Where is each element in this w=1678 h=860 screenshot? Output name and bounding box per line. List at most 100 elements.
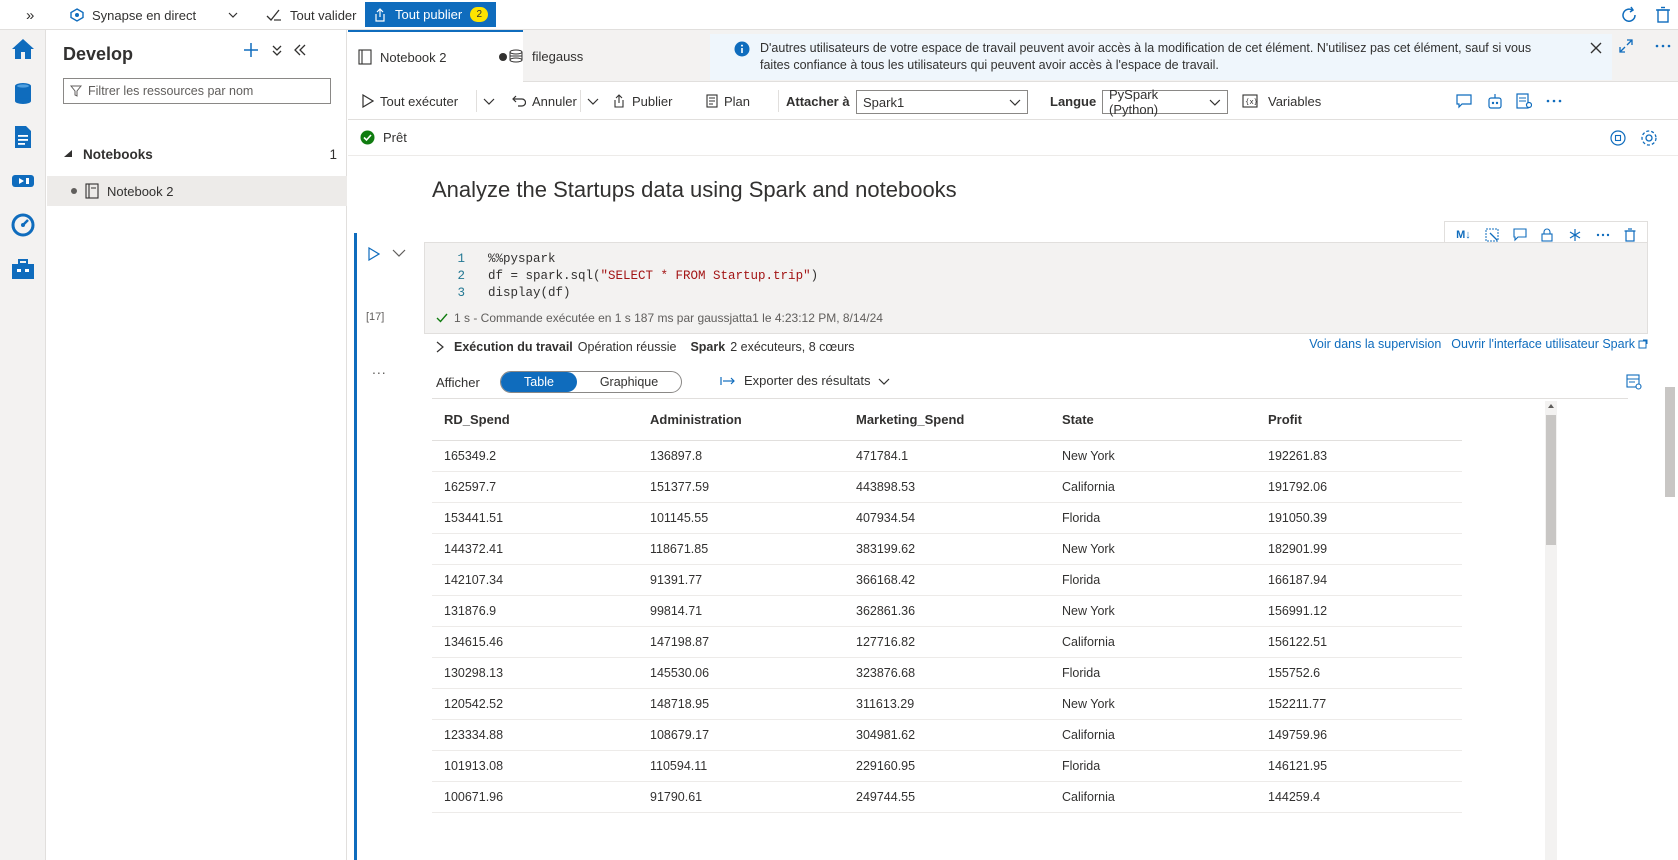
- export-results-button[interactable]: Exporter des résultats: [720, 373, 890, 388]
- publish-button[interactable]: Publier: [612, 82, 672, 120]
- notebooks-group-label: Notebooks: [83, 146, 153, 162]
- attach-value: Spark1: [863, 94, 905, 110]
- table-row: 134615.46 147198.87 127716.82 California 156…: [432, 626, 1462, 658]
- chevron-down-icon: [1209, 99, 1221, 106]
- select-cell-button[interactable]: [1485, 228, 1499, 242]
- stop-session-button[interactable]: [1610, 130, 1626, 146]
- info-banner: D'autres utilisateurs de votre espace de…: [710, 34, 1612, 80]
- chevron-down-icon: [392, 249, 406, 257]
- run-cell-button[interactable]: [368, 247, 380, 261]
- collapse-all-button[interactable]: [271, 44, 283, 58]
- refresh-button[interactable]: [1620, 0, 1638, 30]
- check-circle-icon: [360, 130, 375, 145]
- spark-ui-link[interactable]: Ouvrir l'interface utilisateur Spark: [1451, 337, 1648, 351]
- rail-develop[interactable]: [10, 124, 36, 150]
- unsaved-dot-icon: [71, 188, 77, 194]
- rail-integrate[interactable]: [10, 168, 36, 194]
- rail-data[interactable]: [10, 80, 36, 106]
- cancel-button[interactable]: Annuler: [510, 82, 577, 120]
- rail-manage[interactable]: [10, 256, 36, 282]
- monitor-link[interactable]: Voir dans la supervision: [1309, 337, 1441, 351]
- table-cell: 156122.51: [1256, 626, 1462, 658]
- page-scrollbar-thumb[interactable]: [1665, 387, 1675, 497]
- table-cell: 311613.29: [844, 688, 1050, 720]
- stop-circle-icon: [1610, 130, 1626, 146]
- table-cell: 101145.55: [638, 502, 844, 534]
- discard-button[interactable]: [1655, 0, 1671, 30]
- table-cell: 192261.83: [1256, 440, 1462, 472]
- toolbar-more-button[interactable]: [1546, 82, 1562, 120]
- comment-icon: [1456, 94, 1472, 109]
- tab-filegauss[interactable]: filegauss: [498, 30, 658, 82]
- session-settings-button[interactable]: [1640, 129, 1658, 147]
- page-scrollbar[interactable]: [1662, 157, 1678, 860]
- document-icon: [15, 126, 31, 148]
- delete-icon[interactable]: [1624, 228, 1636, 242]
- add-resource-button[interactable]: [243, 42, 259, 58]
- gauge-icon: [11, 213, 35, 237]
- notebook-list-item[interactable]: Notebook 2: [47, 176, 347, 206]
- notebooks-group[interactable]: Notebooks 1: [63, 142, 347, 166]
- expand-job-button[interactable]: [436, 341, 444, 353]
- cancel-label: Annuler: [532, 93, 577, 109]
- left-rail: [0, 30, 46, 860]
- column-header[interactable]: State: [1050, 399, 1256, 441]
- table-cell: 304981.62: [844, 719, 1050, 751]
- publish-all-button[interactable]: Tout publier 2: [365, 2, 497, 27]
- table-scrollbar-thumb[interactable]: [1546, 415, 1556, 545]
- run-all-dropdown[interactable]: [476, 90, 495, 112]
- column-header[interactable]: Profit: [1256, 399, 1462, 441]
- rail-home[interactable]: [10, 36, 36, 62]
- filter-icon: [70, 85, 82, 97]
- undo-icon: [512, 95, 526, 107]
- variables-button[interactable]: {x} Variables: [1242, 82, 1321, 120]
- column-header[interactable]: Marketing_Spend: [844, 399, 1050, 441]
- lock-icon[interactable]: [1541, 228, 1553, 242]
- table-settings-button[interactable]: [1626, 374, 1642, 390]
- column-header[interactable]: RD_Spend: [432, 399, 638, 441]
- view-table-option[interactable]: Table: [501, 372, 577, 392]
- table-scrollbar[interactable]: [1545, 401, 1557, 860]
- table-cell: 156991.12: [1256, 595, 1462, 627]
- validate-all-button[interactable]: Tout valider: [266, 0, 356, 30]
- rail-monitor[interactable]: [10, 212, 36, 238]
- attach-select[interactable]: Spark1: [856, 90, 1028, 114]
- properties-button[interactable]: [1516, 82, 1532, 120]
- expand-rail-button[interactable]: »: [26, 0, 34, 30]
- mode-dropdown[interactable]: Synapse en direct: [70, 0, 238, 30]
- run-all-button[interactable]: Tout exécuter: [362, 82, 458, 120]
- comment-icon[interactable]: [1513, 228, 1527, 242]
- gear-icon: [1641, 130, 1657, 146]
- mode-label: Synapse en direct: [92, 7, 197, 23]
- table-row: 165349.2 136897.8 471784.1 New York 192261.8…: [432, 440, 1462, 472]
- tabs-more-button[interactable]: [1655, 38, 1671, 54]
- collapse-cell-button[interactable]: [392, 247, 406, 259]
- view-chart-option[interactable]: Graphique: [577, 372, 681, 392]
- table-cell: 148718.95: [638, 688, 844, 720]
- variables-icon: {x}: [1242, 94, 1258, 108]
- export-results-label: Exporter des résultats: [744, 373, 871, 388]
- close-banner-button[interactable]: [1590, 42, 1602, 54]
- expand-editor-button[interactable]: [1619, 39, 1633, 53]
- more-icon[interactable]: [1596, 228, 1610, 242]
- plan-button[interactable]: Plan: [706, 82, 750, 120]
- column-header[interactable]: Administration: [638, 399, 844, 441]
- copilot-button[interactable]: [1486, 82, 1504, 120]
- language-select[interactable]: PySpark (Python): [1102, 87, 1228, 117]
- filter-input[interactable]: [88, 84, 318, 98]
- table-cell: 229160.95: [844, 750, 1050, 782]
- notebook-icon: [358, 49, 372, 65]
- caret-down-icon: [64, 150, 72, 157]
- cancel-dropdown[interactable]: [580, 90, 599, 112]
- comments-button[interactable]: [1456, 82, 1472, 120]
- table-cell: California: [1050, 719, 1256, 751]
- freeze-icon[interactable]: [1568, 228, 1582, 242]
- spark-info: 2 exécuteurs, 8 cœurs: [730, 340, 855, 354]
- filter-field[interactable]: [63, 78, 331, 104]
- collapse-panel-button[interactable]: [293, 44, 307, 56]
- publish-all-label: Tout publier: [395, 7, 463, 22]
- output-more-button[interactable]: ...: [372, 361, 387, 377]
- tab-notebook-2[interactable]: Notebook 2: [348, 30, 523, 82]
- top-bar: » Synapse en direct Tout valider Tout pu…: [0, 0, 1678, 30]
- markdown-toggle-button[interactable]: M↓: [1456, 229, 1471, 241]
